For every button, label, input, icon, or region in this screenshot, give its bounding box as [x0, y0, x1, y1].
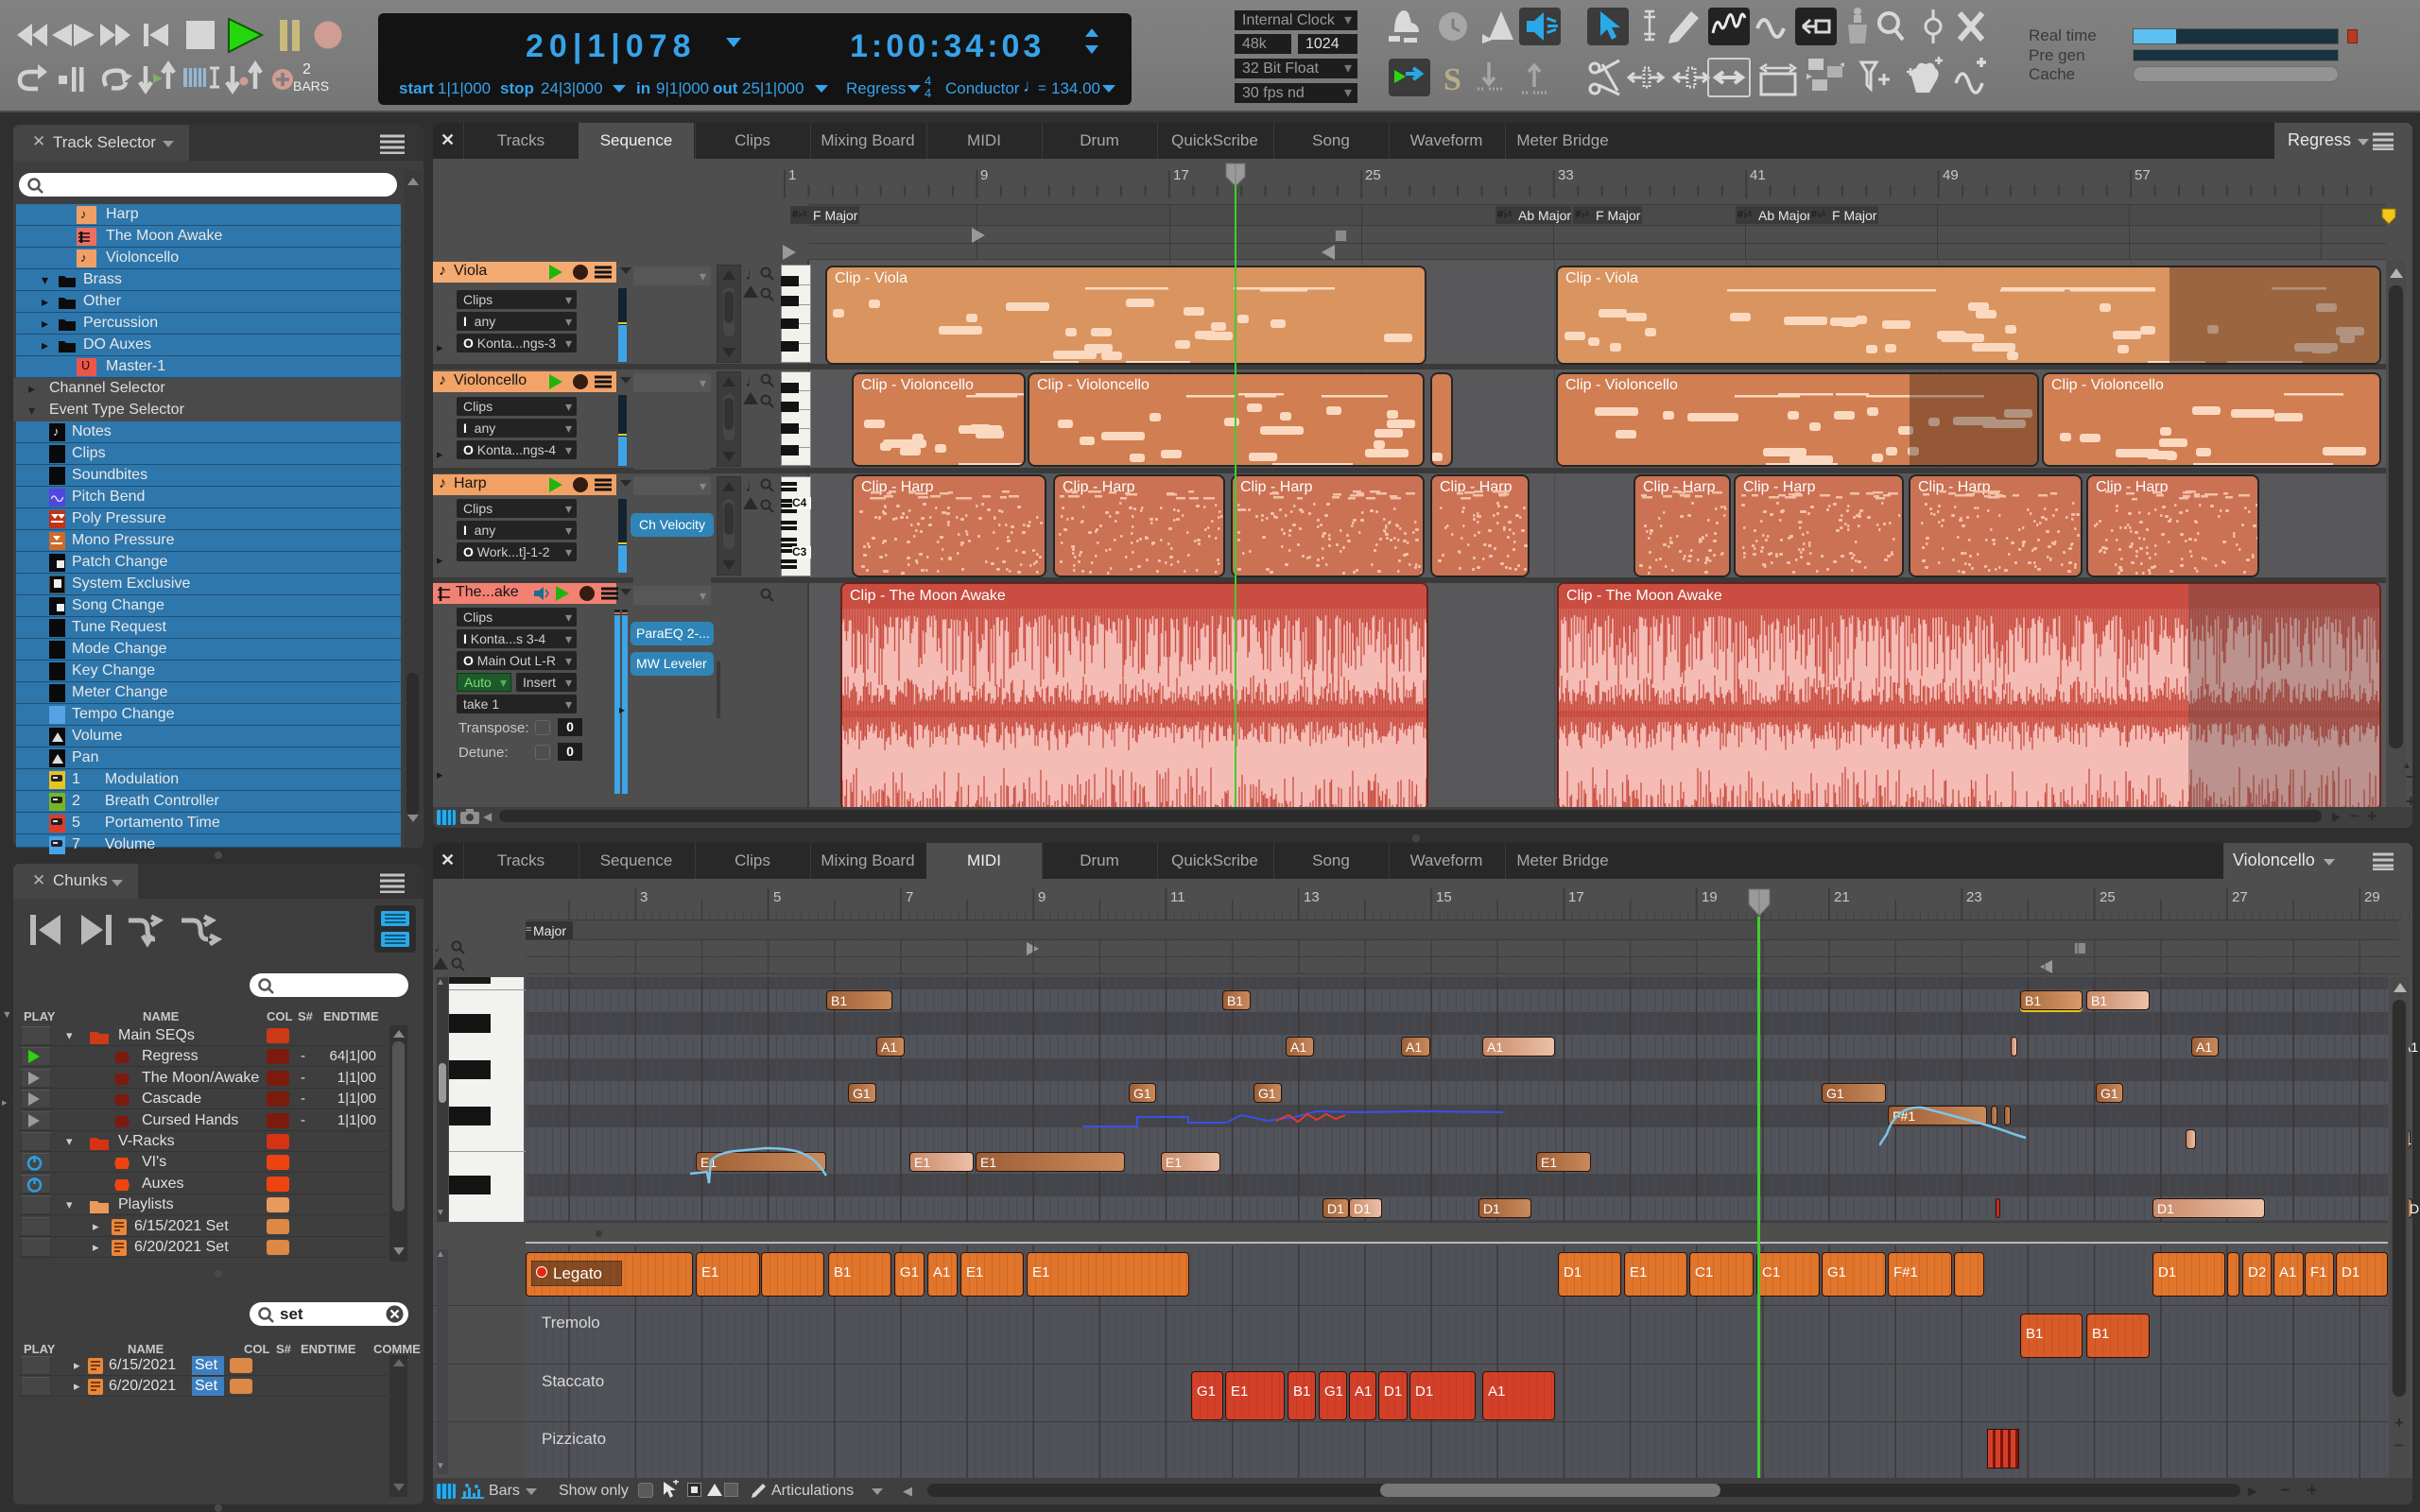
svg-text:2: 2 — [302, 61, 311, 77]
svg-text:19: 19 — [1702, 889, 1718, 905]
svg-text:9: 9 — [1038, 889, 1046, 905]
svg-text:33: 33 — [1558, 167, 1574, 183]
svg-text:13: 13 — [1304, 889, 1320, 905]
svg-text:17: 17 — [1173, 167, 1189, 183]
svg-text:57: 57 — [2135, 167, 2151, 183]
svg-text:BARS: BARS — [293, 78, 329, 94]
svg-text:17: 17 — [1568, 889, 1584, 905]
svg-text:1: 1 — [788, 167, 796, 183]
svg-text:41: 41 — [1750, 167, 1766, 183]
svg-text:15: 15 — [1436, 889, 1452, 905]
svg-text:25: 25 — [2100, 889, 2116, 905]
svg-text:23: 23 — [1966, 889, 1982, 905]
svg-text:27: 27 — [2232, 889, 2248, 905]
svg-text:49: 49 — [1943, 167, 1959, 183]
svg-text:25: 25 — [1365, 167, 1381, 183]
svg-text:3: 3 — [640, 889, 648, 905]
svg-text:11: 11 — [1170, 889, 1185, 905]
svg-text:S: S — [1443, 62, 1461, 97]
svg-text:29: 29 — [2364, 889, 2380, 905]
svg-text:21: 21 — [1834, 889, 1850, 905]
svg-text:9: 9 — [980, 167, 988, 183]
svg-text:5: 5 — [773, 889, 781, 905]
svg-text:7: 7 — [906, 889, 913, 905]
